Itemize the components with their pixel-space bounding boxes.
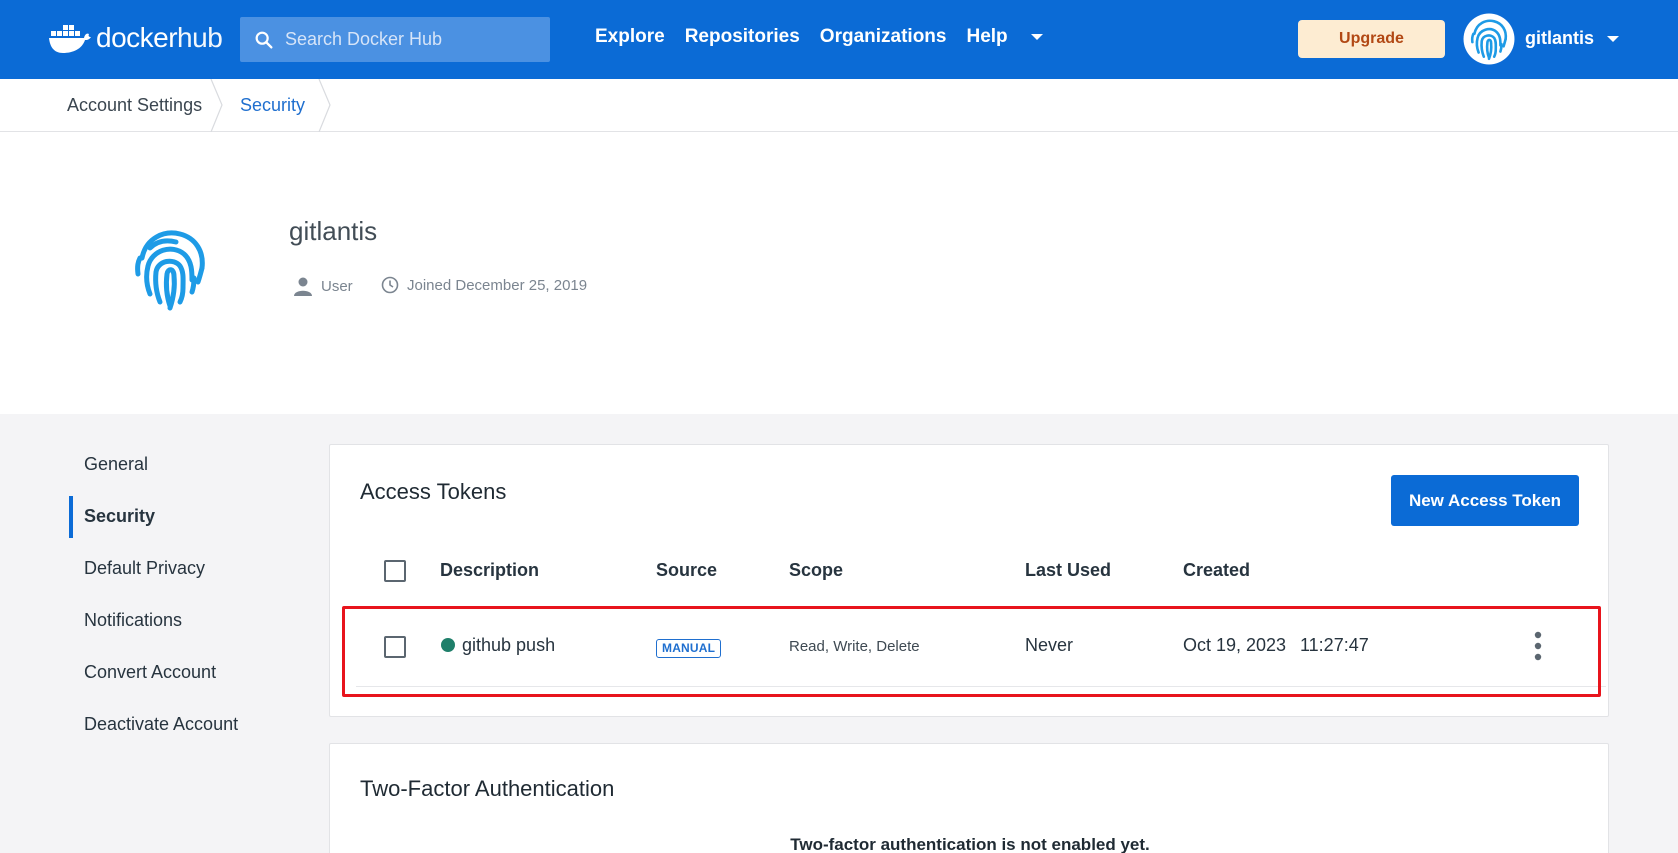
two-factor-message: Two-factor authentication is not enabled… bbox=[790, 835, 1150, 853]
profile-fingerprint-icon bbox=[135, 230, 205, 311]
new-access-token-button[interactable]: New Access Token bbox=[1391, 475, 1579, 526]
user-icon bbox=[294, 277, 312, 296]
column-header-source[interactable]: Source bbox=[656, 560, 717, 581]
nav-links: Explore Repositories Organizations Help bbox=[595, 26, 1044, 48]
profile-joined: Joined December 25, 2019 bbox=[381, 276, 587, 294]
upgrade-button[interactable]: Upgrade bbox=[1298, 20, 1445, 58]
top-navbar: dockerhub Explore Repositories Organizat… bbox=[0, 0, 1678, 79]
nav-username[interactable]: gitlantis bbox=[1525, 28, 1594, 49]
sidebar-item-default-privacy[interactable]: Default Privacy bbox=[84, 558, 205, 579]
profile-username: gitlantis bbox=[289, 216, 378, 246]
search-input[interactable] bbox=[285, 29, 535, 50]
profile-header: gitlantis User Joined December 25, 2019 bbox=[0, 132, 1678, 414]
select-all-checkbox[interactable] bbox=[384, 560, 406, 582]
two-factor-title: Two-Factor Authentication bbox=[360, 776, 615, 801]
breadcrumb: Account Settings Security bbox=[0, 79, 1678, 132]
access-tokens-title: Access Tokens bbox=[360, 479, 507, 504]
help-caret-down-icon[interactable] bbox=[1030, 32, 1044, 42]
breadcrumb-separator-icon bbox=[210, 79, 223, 132]
profile-role: User bbox=[293, 276, 353, 296]
profile-joined-label: Joined December 25, 2019 bbox=[407, 276, 588, 294]
logo-text: dockerhub bbox=[96, 22, 223, 53]
sidebar-item-deactivate-account[interactable]: Deactivate Account bbox=[84, 714, 238, 735]
sidebar-item-notifications[interactable]: Notifications bbox=[84, 610, 182, 631]
search-icon bbox=[255, 31, 273, 49]
nav-explore[interactable]: Explore bbox=[595, 26, 665, 48]
docker-whale-icon bbox=[49, 25, 91, 53]
user-caret-down-icon[interactable] bbox=[1606, 34, 1620, 44]
sidebar-active-indicator bbox=[69, 496, 73, 538]
breadcrumb-separator-icon bbox=[318, 79, 331, 132]
column-header-description[interactable]: Description bbox=[440, 560, 539, 581]
breadcrumb-security[interactable]: Security bbox=[240, 95, 305, 116]
breadcrumb-account-settings[interactable]: Account Settings bbox=[67, 95, 202, 116]
search-box[interactable] bbox=[240, 17, 550, 62]
token-row-highlight bbox=[342, 606, 1601, 697]
sidebar-item-general[interactable]: General bbox=[84, 454, 148, 475]
column-header-created[interactable]: Created bbox=[1183, 560, 1250, 581]
profile-role-label: User bbox=[321, 277, 353, 295]
two-factor-card: Two-Factor Authentication Two-factor aut… bbox=[329, 743, 1609, 853]
column-header-last-used[interactable]: Last Used bbox=[1025, 560, 1111, 581]
sidebar-item-convert-account[interactable]: Convert Account bbox=[84, 662, 216, 683]
column-header-scope[interactable]: Scope bbox=[789, 560, 843, 581]
nav-repositories[interactable]: Repositories bbox=[685, 26, 800, 48]
nav-organizations[interactable]: Organizations bbox=[820, 26, 947, 48]
docker-hub-logo[interactable]: dockerhub bbox=[48, 18, 223, 58]
user-avatar-fingerprint-icon[interactable] bbox=[1463, 13, 1515, 65]
nav-help[interactable]: Help bbox=[966, 26, 1007, 48]
sidebar-item-security[interactable]: Security bbox=[84, 506, 155, 527]
clock-icon bbox=[381, 276, 399, 294]
